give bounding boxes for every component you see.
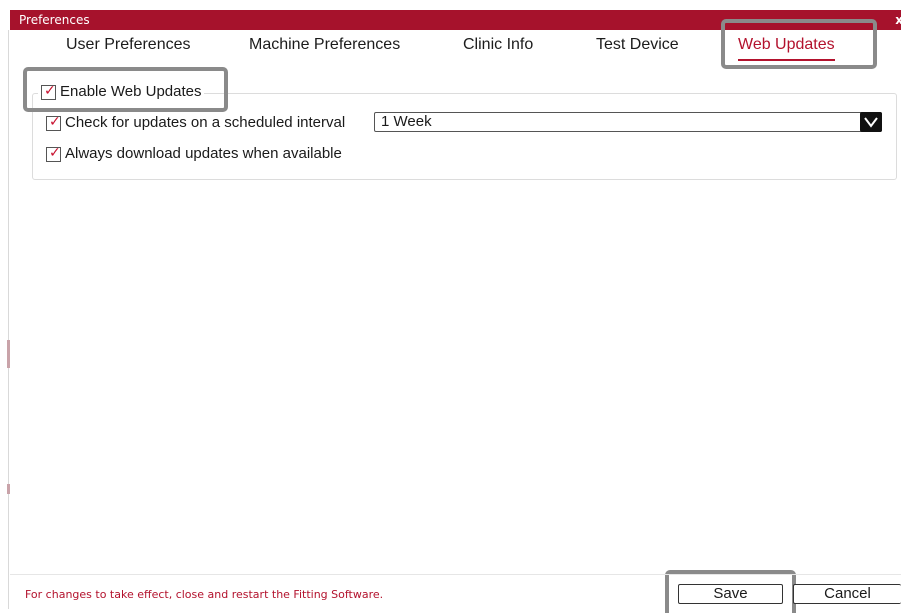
scheduled-interval-row[interactable]: ✓ Check for updates on a scheduled interv… — [46, 113, 345, 133]
save-button[interactable]: Save — [678, 584, 783, 604]
tab-clinic-info[interactable]: Clinic Info — [463, 34, 533, 56]
restart-notice: For changes to take effect, close and re… — [25, 588, 384, 601]
footer-divider — [10, 574, 901, 575]
always-download-row[interactable]: ✓ Always download updates when available — [46, 144, 342, 164]
background-window-strip — [10, 0, 901, 10]
cancel-button[interactable]: Cancel — [793, 584, 901, 604]
edge-divider — [8, 30, 9, 609]
scheduled-interval-checkbox[interactable]: ✓ — [46, 113, 61, 131]
scheduled-interval-label: Check for updates on a scheduled interva… — [65, 114, 346, 132]
highlight-box-web-updates-tab — [721, 19, 877, 69]
always-download-label: Always download updates when available — [65, 145, 342, 163]
tab-machine-preferences[interactable]: Machine Preferences — [249, 34, 400, 56]
always-download-checkbox[interactable]: ✓ — [46, 144, 61, 162]
interval-select[interactable]: 1 Week — [374, 112, 882, 132]
window-title: Preferences — [19, 13, 90, 27]
edge-mark — [7, 340, 10, 368]
checkmark-icon: ✓ — [49, 113, 61, 130]
close-icon[interactable]: x — [895, 12, 901, 28]
tab-user-preferences[interactable]: User Preferences — [66, 34, 191, 56]
highlight-box-enable-checkbox — [23, 67, 228, 112]
edge-mark — [7, 484, 10, 494]
tab-test-device[interactable]: Test Device — [596, 34, 679, 56]
interval-value: 1 Week — [381, 113, 432, 130]
chevron-down-icon[interactable] — [860, 112, 882, 132]
left-window-edge — [0, 0, 10, 609]
checkmark-icon: ✓ — [49, 144, 61, 161]
